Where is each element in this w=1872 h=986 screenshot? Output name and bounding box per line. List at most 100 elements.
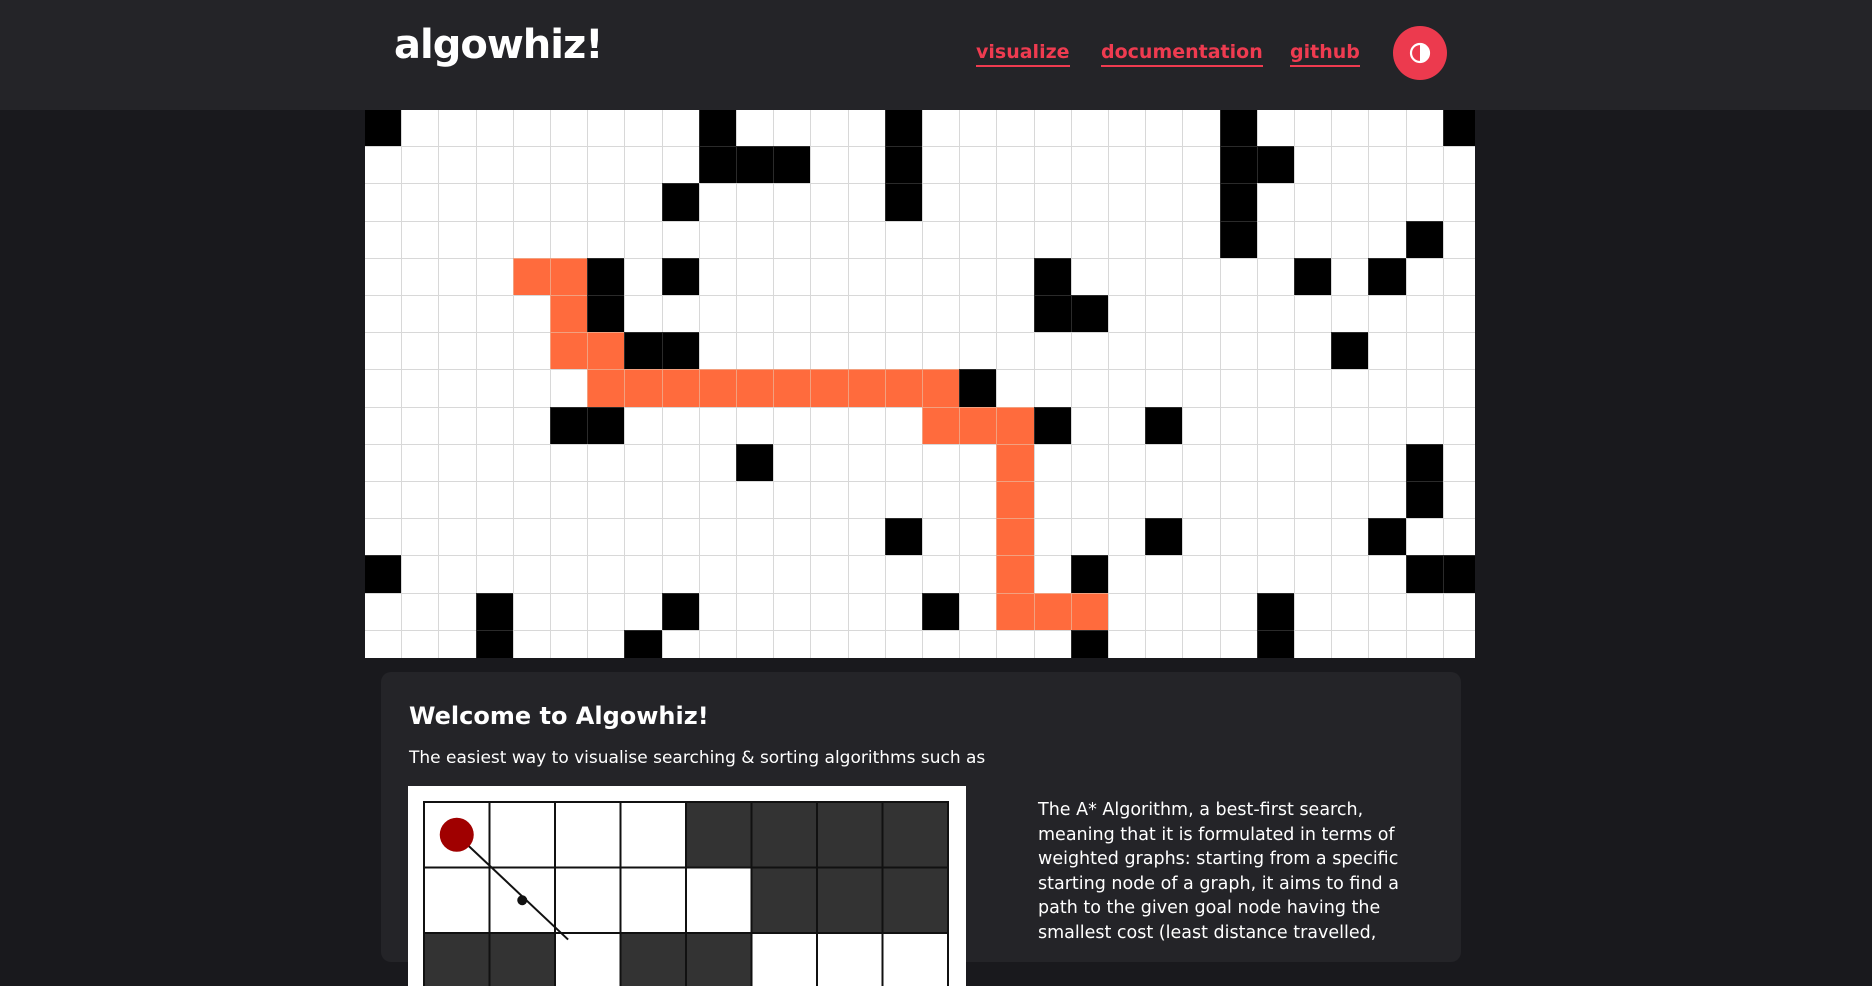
grid-cell[interactable] <box>1405 406 1444 445</box>
grid-cell[interactable] <box>773 295 812 334</box>
grid-cell[interactable] <box>698 443 737 482</box>
grid-cell[interactable] <box>1182 257 1221 296</box>
grid-cell[interactable] <box>736 518 775 557</box>
grid-cell[interactable] <box>847 295 886 334</box>
grid-cell[interactable] <box>550 481 589 520</box>
grid-cell[interactable] <box>1070 332 1109 371</box>
grid-cell[interactable] <box>996 629 1035 658</box>
grid-cell[interactable] <box>884 332 923 371</box>
grid-cell[interactable] <box>847 481 886 520</box>
grid-cell[interactable] <box>1219 481 1258 520</box>
grid-cell[interactable] <box>1070 257 1109 296</box>
grid-cell[interactable] <box>847 592 886 631</box>
grid-cell[interactable] <box>365 332 403 371</box>
grid-cell[interactable] <box>475 295 514 334</box>
wall-cell[interactable] <box>365 555 403 594</box>
grid-cell[interactable] <box>624 518 663 557</box>
nav-link-github[interactable]: github <box>1290 40 1360 67</box>
grid-cell[interactable] <box>512 592 551 631</box>
grid-cell[interactable] <box>1256 332 1295 371</box>
grid-cell[interactable] <box>475 406 514 445</box>
grid-cell[interactable] <box>847 220 886 259</box>
grid-cell[interactable] <box>438 481 477 520</box>
grid-cell[interactable] <box>847 406 886 445</box>
path-cell[interactable] <box>922 369 961 408</box>
grid-cell[interactable] <box>1442 257 1475 296</box>
wall-cell[interactable] <box>1405 555 1444 594</box>
grid-cell[interactable] <box>736 183 775 222</box>
grid-cell[interactable] <box>1442 443 1475 482</box>
grid-cell[interactable] <box>922 555 961 594</box>
wall-cell[interactable] <box>773 146 812 185</box>
grid-cell[interactable] <box>587 629 626 658</box>
wall-cell[interactable] <box>661 257 700 296</box>
grid-cell[interactable] <box>773 183 812 222</box>
app-logo[interactable]: algowhiz! <box>394 22 603 68</box>
grid-cell[interactable] <box>1219 443 1258 482</box>
grid-cell[interactable] <box>624 481 663 520</box>
wall-cell[interactable] <box>884 183 923 222</box>
grid-cell[interactable] <box>512 183 551 222</box>
grid-cell[interactable] <box>1033 146 1072 185</box>
grid-cell[interactable] <box>661 481 700 520</box>
grid-cell[interactable] <box>1331 220 1370 259</box>
grid-cell[interactable] <box>438 443 477 482</box>
grid-cell[interactable] <box>1219 369 1258 408</box>
grid-cell[interactable] <box>1108 592 1147 631</box>
grid-cell[interactable] <box>810 110 849 148</box>
grid-cell[interactable] <box>996 183 1035 222</box>
grid-cell[interactable] <box>736 257 775 296</box>
grid-cell[interactable] <box>1219 406 1258 445</box>
grid-cell[interactable] <box>438 369 477 408</box>
grid-cell[interactable] <box>1219 629 1258 658</box>
grid-cell[interactable] <box>1145 220 1184 259</box>
wall-cell[interactable] <box>884 110 923 148</box>
grid-cell[interactable] <box>1108 146 1147 185</box>
grid-cell[interactable] <box>550 443 589 482</box>
grid-cell[interactable] <box>736 110 775 148</box>
grid-cell[interactable] <box>736 629 775 658</box>
grid-cell[interactable] <box>1294 369 1333 408</box>
grid-cell[interactable] <box>1219 332 1258 371</box>
grid-cell[interactable] <box>624 406 663 445</box>
grid-cell[interactable] <box>1331 592 1370 631</box>
wall-cell[interactable] <box>624 332 663 371</box>
grid-cell[interactable] <box>959 183 998 222</box>
grid-cell[interactable] <box>365 295 403 334</box>
grid-cell[interactable] <box>922 183 961 222</box>
grid-cell[interactable] <box>365 183 403 222</box>
grid-cell[interactable] <box>1033 629 1072 658</box>
grid-cell[interactable] <box>365 592 403 631</box>
wall-cell[interactable] <box>698 146 737 185</box>
grid-cell[interactable] <box>773 555 812 594</box>
grid-cell[interactable] <box>550 555 589 594</box>
grid-cell[interactable] <box>1442 592 1475 631</box>
grid-cell[interactable] <box>847 257 886 296</box>
grid-cell[interactable] <box>847 110 886 148</box>
grid-cell[interactable] <box>438 592 477 631</box>
grid-cell[interactable] <box>773 592 812 631</box>
grid-cell[interactable] <box>1070 443 1109 482</box>
wall-cell[interactable] <box>1442 555 1475 594</box>
grid-cell[interactable] <box>550 220 589 259</box>
grid-cell[interactable] <box>922 629 961 658</box>
grid-cell[interactable] <box>1331 555 1370 594</box>
wall-cell[interactable] <box>1070 295 1109 334</box>
grid-cell[interactable] <box>1145 555 1184 594</box>
wall-cell[interactable] <box>624 629 663 658</box>
grid-cell[interactable] <box>810 555 849 594</box>
wall-cell[interactable] <box>365 110 403 148</box>
path-cell[interactable] <box>773 369 812 408</box>
grid-cell[interactable] <box>624 443 663 482</box>
grid-cell[interactable] <box>661 555 700 594</box>
grid-cell[interactable] <box>736 592 775 631</box>
grid-cell[interactable] <box>401 481 440 520</box>
grid-cell[interactable] <box>1033 481 1072 520</box>
grid-cell[interactable] <box>1145 369 1184 408</box>
grid-cell[interactable] <box>1108 518 1147 557</box>
grid-cell[interactable] <box>1219 257 1258 296</box>
grid-cell[interactable] <box>1256 481 1295 520</box>
grid-cell[interactable] <box>810 592 849 631</box>
grid-cell[interactable] <box>587 110 626 148</box>
grid-cell[interactable] <box>401 369 440 408</box>
